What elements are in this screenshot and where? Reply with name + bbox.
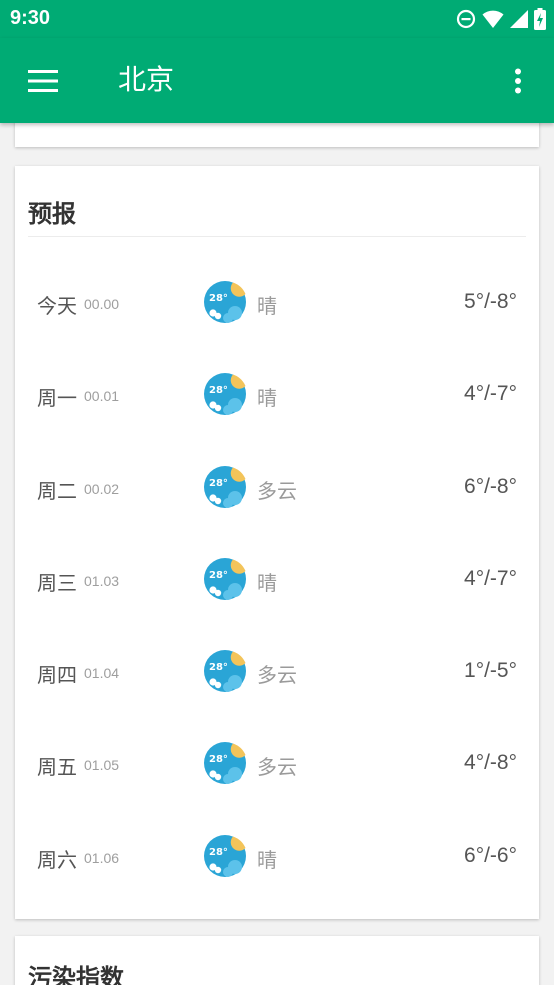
forecast-temperature: 6°/-6°: [464, 843, 517, 867]
weather-icon: 28°: [204, 281, 246, 323]
forecast-day: 周四: [37, 663, 77, 688]
forecast-temperature: 1°/-5°: [464, 659, 517, 683]
battery-charging-icon: [534, 8, 546, 30]
forecast-condition: 多云: [257, 478, 297, 503]
app-bar: 北京: [0, 38, 554, 123]
forecast-row[interactable]: 周五 01.05 28° 多云 4°/-8°: [15, 717, 539, 809]
forecast-condition: 晴: [257, 847, 277, 872]
hamburger-menu-icon: [28, 70, 58, 92]
forecast-temperature: 6°/-8°: [464, 474, 517, 498]
forecast-day: 周三: [37, 570, 77, 595]
wifi-icon: [482, 10, 504, 28]
pollution-title: 污染指数: [28, 964, 124, 985]
weather-icon: 28°: [204, 650, 246, 693]
more-options-button[interactable]: [498, 60, 538, 102]
forecast-date: 00.00: [84, 296, 120, 312]
forecast-temperature: 5°/-8°: [464, 290, 517, 313]
pollution-card: 污染指数: [15, 936, 539, 985]
forecast-list: 今天 00.00 28° 晴 5°/-8° 周一 00.01 28° 晴 4°/…: [15, 256, 539, 902]
more-vert-icon: [515, 68, 521, 94]
forecast-condition: 多云: [257, 755, 297, 780]
forecast-row[interactable]: 周一 00.01 28° 晴 4°/-7°: [15, 348, 539, 440]
forecast-row[interactable]: 周二 00.02 28° 多云 6°/-8°: [15, 441, 539, 533]
do-not-disturb-icon: [456, 9, 476, 29]
forecast-date: 00.01: [84, 388, 120, 405]
forecast-row[interactable]: 周三 01.03 28° 晴 4°/-7°: [15, 533, 539, 625]
status-icons: [456, 8, 546, 30]
menu-button[interactable]: [22, 60, 64, 102]
forecast-condition: 晴: [257, 294, 277, 318]
weather-icon-temp: 28°: [209, 847, 228, 858]
forecast-condition: 晴: [257, 570, 277, 595]
forecast-row[interactable]: 周四 01.04 28° 多云 1°/-5°: [15, 625, 539, 717]
weather-icon-temp: 28°: [209, 478, 228, 489]
cell-signal-icon: [510, 10, 528, 28]
forecast-day: 周一: [37, 386, 77, 411]
status-bar: 9:30: [0, 0, 554, 38]
forecast-condition: 晴: [257, 386, 277, 411]
weather-icon: 28°: [204, 742, 246, 785]
forecast-card: 预报 今天 00.00 28° 晴 5°/-8° 周一 00.01 28° 晴 …: [15, 166, 539, 919]
forecast-date: 00.02: [84, 480, 120, 497]
weather-icon: 28°: [204, 834, 246, 877]
forecast-day: 周六: [37, 847, 77, 872]
weather-icon-temp: 28°: [209, 662, 228, 673]
forecast-temperature: 4°/-8°: [464, 751, 517, 775]
forecast-day: 周二: [37, 478, 77, 503]
forecast-day: 周五: [37, 755, 77, 780]
forecast-date: 01.06: [84, 849, 120, 866]
city-title: 北京: [118, 63, 175, 96]
weather-icon: 28°: [204, 465, 246, 508]
forecast-row[interactable]: 周六 01.06 28° 晴 6°/-6°: [15, 810, 539, 902]
forecast-row[interactable]: 今天 00.00 28° 晴 5°/-8°: [15, 256, 539, 348]
weather-icon-temp: 28°: [209, 570, 228, 581]
forecast-temperature: 4°/-7°: [464, 382, 517, 406]
forecast-divider: [28, 236, 526, 237]
forecast-date: 01.04: [84, 665, 120, 682]
status-time: 9:30: [10, 7, 51, 29]
forecast-day: 今天: [37, 294, 77, 318]
forecast-temperature: 4°/-7°: [464, 566, 517, 590]
forecast-date: 01.03: [84, 572, 120, 589]
forecast-date: 01.05: [84, 757, 120, 774]
weather-icon-temp: 28°: [209, 385, 228, 396]
weather-icon-temp: 28°: [209, 754, 228, 765]
forecast-title: 预报: [28, 200, 76, 228]
weather-icon: 28°: [204, 557, 246, 600]
weather-icon: 28°: [204, 373, 246, 416]
forecast-condition: 多云: [257, 663, 297, 688]
weather-icon-temp: 28°: [209, 293, 228, 304]
